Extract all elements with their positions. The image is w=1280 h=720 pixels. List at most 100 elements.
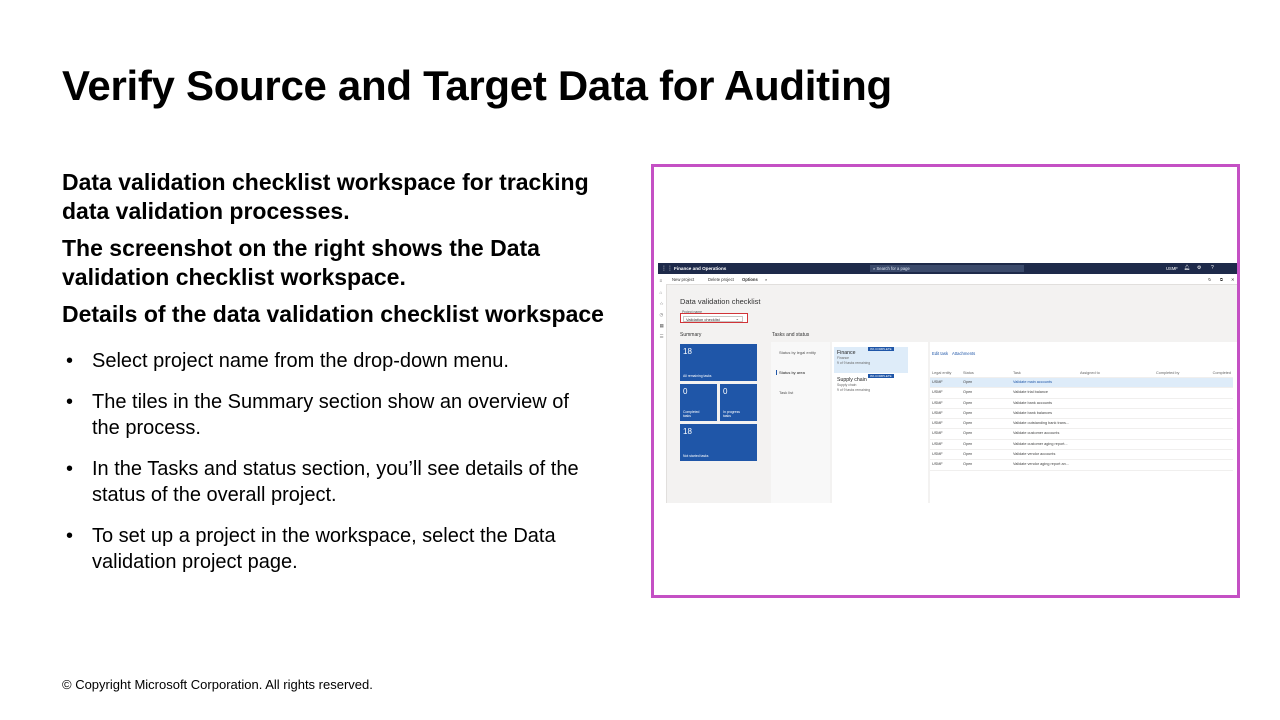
task-link[interactable]: Validate customer aging report... xyxy=(1013,440,1068,449)
app-brand: Finance and Operations xyxy=(674,266,727,271)
tile-count: 18 xyxy=(683,427,692,436)
column-header[interactable]: Status xyxy=(963,369,974,377)
table-row[interactable]: USMF Open Validate customer aging report..… xyxy=(930,440,1233,451)
project-name-dropdown[interactable]: Validation checklist ⌄ xyxy=(680,313,748,323)
legal-entity-cell: USMF xyxy=(932,380,943,384)
workspace-icon[interactable]: ▦ xyxy=(660,323,664,329)
bell-icon[interactable]: 🔔︎ xyxy=(1184,265,1190,271)
task-link[interactable]: Validate main accounts xyxy=(1013,378,1052,387)
task-link[interactable]: Validate bank accounts xyxy=(1013,399,1052,408)
tile-completed[interactable]: 0 Completed tasks xyxy=(680,384,717,421)
status-cell: Open xyxy=(963,431,973,436)
close-icon[interactable]: ✕ xyxy=(1231,277,1235,282)
bullet-text: In the Tasks and status section, you’ll … xyxy=(92,458,579,506)
bullet-glyph: • xyxy=(66,525,74,547)
chevron-down-icon: ⌄ xyxy=(735,316,739,321)
menu-icon[interactable]: ≡ xyxy=(660,278,663,283)
bullet-item: • Select project name from the drop-down … xyxy=(62,348,592,374)
workspace-title: Data validation checklist xyxy=(680,297,761,306)
areas-panel: Finance Finance 9 of 9 tasks remaining 0… xyxy=(832,342,928,503)
area-progress-badge: 0% COMPLETE xyxy=(868,347,894,351)
lead-paragraph-3: Details of the data validation checklist… xyxy=(62,301,604,327)
app-launcher-icon[interactable]: ⋮⋮ xyxy=(661,265,673,272)
left-nav: ≡ ⌂ ☆ ◷ ▦ ☰ xyxy=(658,274,667,503)
tile-label: Completed tasks xyxy=(683,410,700,418)
task-link[interactable]: Validate vendor aging report an... xyxy=(1013,460,1069,469)
area-remaining: 9 of 9 tasks remaining xyxy=(837,387,871,392)
edit-task-link[interactable]: Edit task xyxy=(932,351,948,356)
app-top-bar: ⋮⋮ Finance and Operations ⌕ Search for a… xyxy=(658,263,1237,274)
task-link[interactable]: Validate outstanding bank trans... xyxy=(1013,419,1069,428)
table-row[interactable]: USMF Open Validate customer accounts xyxy=(930,429,1233,440)
help-icon[interactable]: ? xyxy=(1211,265,1214,271)
task-link[interactable]: Validate bank balances xyxy=(1013,409,1052,418)
search-placeholder: Search for a page xyxy=(876,266,910,271)
bullet-item: • In the Tasks and status section, you’ll… xyxy=(62,456,592,508)
attachments-link[interactable]: Attachments xyxy=(952,351,975,356)
status-tabs-panel: Status by legal entity Status by area Ta… xyxy=(771,342,830,503)
status-cell: Open xyxy=(963,462,973,467)
legal-entity-cell: USMF xyxy=(932,452,943,457)
column-header[interactable]: Task xyxy=(1013,369,1021,377)
status-cell: Open xyxy=(963,441,973,446)
table-row[interactable]: USMF Open Validate bank balances xyxy=(930,409,1233,420)
column-header[interactable]: Completed by xyxy=(1156,369,1179,377)
column-header[interactable]: Legal entity xyxy=(932,369,951,377)
gear-icon[interactable]: ⚙ xyxy=(1197,265,1201,271)
tile-in-progress[interactable]: 0 In progress tasks xyxy=(720,384,757,421)
app-screenshot: ⋮⋮ Finance and Operations ⌕ Search for a… xyxy=(658,263,1237,503)
table-row[interactable]: USMF Open Validate vendor accounts xyxy=(930,450,1233,461)
clock-icon[interactable]: ◷ xyxy=(660,312,664,318)
area-progress-badge: 0% COMPLETE xyxy=(868,374,894,378)
legal-entity-cell: USMF xyxy=(932,462,943,467)
search-icon[interactable]: ⌕ xyxy=(765,277,767,282)
status-cell: Open xyxy=(963,452,973,457)
task-link[interactable]: Validate trial balance xyxy=(1013,388,1048,397)
open-new-icon[interactable]: ⧉ xyxy=(1220,277,1223,282)
legal-entity-cell: USMF xyxy=(932,431,943,436)
table-row[interactable]: USMF Open Validate trial balance xyxy=(930,388,1233,399)
tile-count: 0 xyxy=(683,387,688,396)
company-picker[interactable]: USMF xyxy=(1166,266,1178,271)
search-input[interactable]: ⌕ Search for a page xyxy=(870,265,1024,272)
list-icon[interactable]: ☰ xyxy=(660,334,664,340)
table-row[interactable]: USMF Open Validate vendor aging report an.… xyxy=(930,460,1233,471)
tab-task-list[interactable]: Task list xyxy=(779,390,793,395)
status-cell: Open xyxy=(963,380,973,384)
summary-title: Summary xyxy=(680,332,702,338)
bullet-text: To set up a project in the workspace, se… xyxy=(92,525,556,573)
bullet-glyph: • xyxy=(66,350,74,372)
column-header[interactable]: Assigned to xyxy=(1080,369,1100,377)
table-row[interactable]: USMF Open Validate outstanding bank trans.… xyxy=(930,419,1233,430)
task-link[interactable]: Validate customer accounts xyxy=(1013,429,1059,438)
slide-title: Verify Source and Target Data for Auditi… xyxy=(62,62,892,109)
refresh-icon[interactable]: ↻ xyxy=(1208,277,1212,282)
bullet-item: • To set up a project in the workspace, s… xyxy=(62,523,592,575)
task-link[interactable]: Validate vendor accounts xyxy=(1013,450,1055,459)
tile-all-remaining[interactable]: 18 All remaining tasks xyxy=(680,344,757,381)
grid-header-row: Legal entity Status Task Assigned to Com… xyxy=(930,369,1233,378)
delete-project-button[interactable]: Delete project xyxy=(708,277,734,282)
tile-count: 18 xyxy=(683,347,692,356)
area-remaining: 9 of 9 tasks remaining xyxy=(837,360,871,365)
lead-paragraph-1: Data validation checklist workspace for … xyxy=(62,169,589,224)
column-header[interactable]: Completed xyxy=(1213,369,1231,377)
new-project-button[interactable]: New project xyxy=(672,277,694,282)
bullet-item: • The tiles in the Summary section show a… xyxy=(62,389,592,441)
tile-count: 0 xyxy=(723,387,728,396)
tile-label: In progress tasks xyxy=(723,410,740,418)
bullet-list: • Select project name from the drop-down … xyxy=(62,348,592,590)
tile-not-started[interactable]: 18 Not started tasks xyxy=(680,424,757,461)
legal-entity-cell: USMF xyxy=(932,400,943,405)
tab-status-by-area[interactable]: Status by area xyxy=(776,370,805,375)
legal-entity-cell: USMF xyxy=(932,390,943,395)
status-cell: Open xyxy=(963,400,973,405)
home-icon[interactable]: ⌂ xyxy=(660,290,663,295)
table-row[interactable]: USMF Open Validate bank accounts xyxy=(930,399,1233,409)
copyright-notice: © Copyright Microsoft Corporation. All r… xyxy=(62,677,373,692)
table-row[interactable]: USMF Open Validate main accounts xyxy=(930,378,1233,389)
star-icon[interactable]: ☆ xyxy=(660,301,664,307)
command-bar: New project Delete project Options ⌕ ↻ ⧉… xyxy=(666,274,1237,285)
tab-status-by-legal-entity[interactable]: Status by legal entity xyxy=(779,350,816,355)
options-button[interactable]: Options xyxy=(742,277,758,282)
